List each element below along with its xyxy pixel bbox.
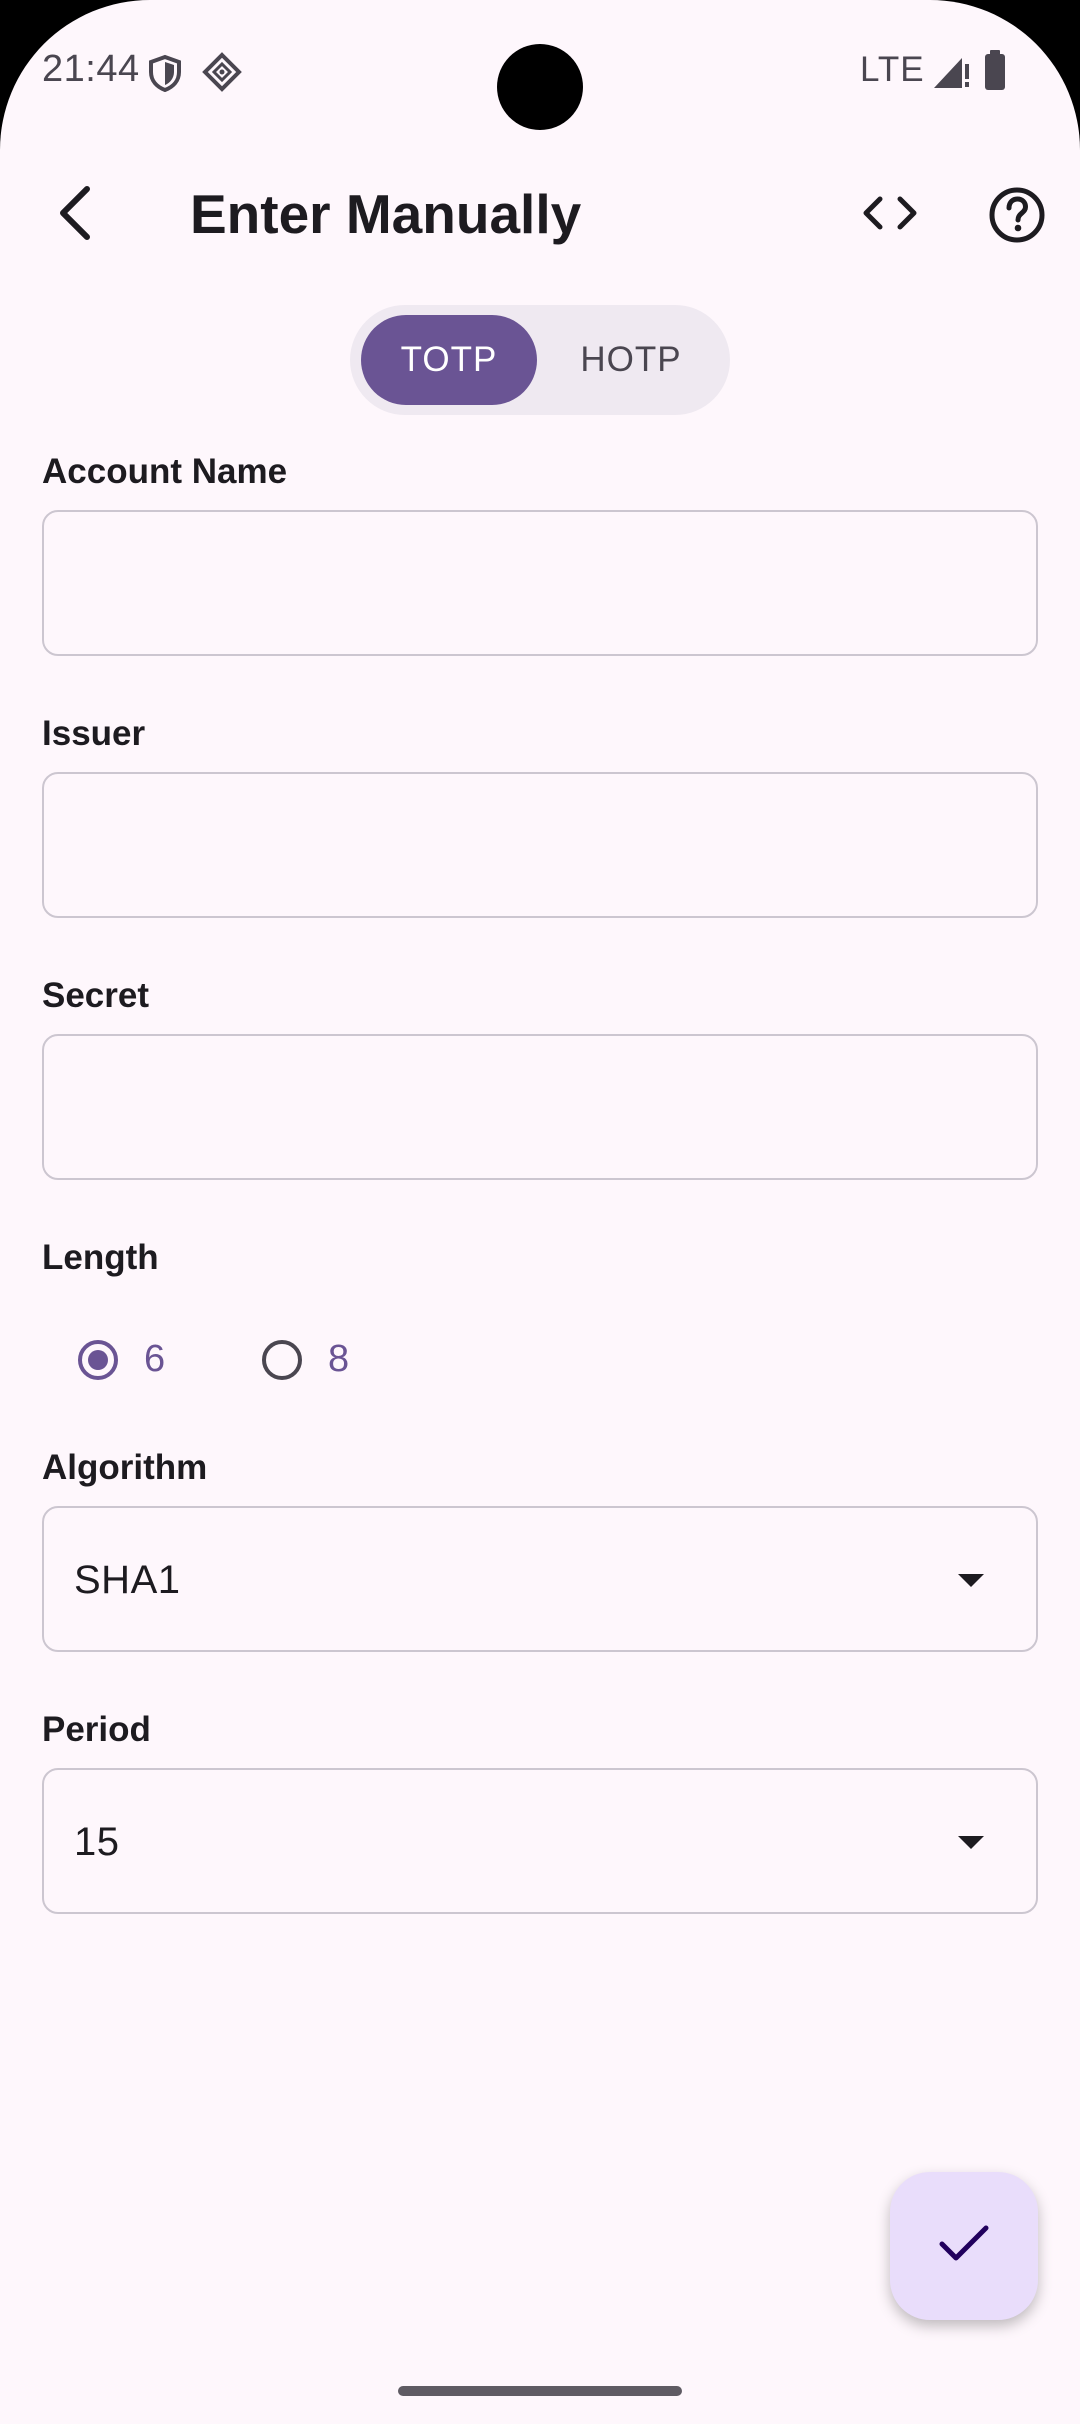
status-bar: 21:44 LTE [0,0,1080,140]
dropdown-arrow-icon [956,1832,986,1852]
status-time: 21:44 [42,48,140,90]
otp-type-toggle: TOTP HOTP [350,305,730,415]
check-icon [938,2224,990,2269]
algorithm-value: SHA1 [74,1558,181,1602]
hotp-option[interactable]: HOTP [543,315,719,405]
account-name-label: Account Name [42,452,288,491]
period-label: Period [42,1710,151,1749]
totp-option[interactable]: TOTP [361,315,537,405]
length-label: Length [42,1238,159,1277]
help-button[interactable] [980,180,1054,254]
back-arrow-icon [55,185,95,246]
page-title: Enter Manually [190,183,582,245]
radio-unselected-icon [262,1339,302,1380]
shield-icon [148,54,182,97]
camera-cutout [497,44,583,130]
algorithm-dropdown[interactable]: SHA1 [42,1506,1038,1652]
secret-field[interactable] [42,1034,1038,1180]
top-app-bar: Enter Manually [0,160,1080,270]
dropdown-arrow-icon [956,1570,986,1590]
length-option-6[interactable]: 6 [78,1338,165,1381]
radio-selected-icon [78,1339,118,1380]
length-option-8-label: 8 [328,1338,350,1380]
back-button[interactable] [40,180,110,250]
code-icon [862,195,918,236]
network-type: LTE [860,50,925,89]
battery-icon [984,50,1006,95]
length-option-6-label: 6 [144,1338,166,1380]
signal-icon [932,52,972,95]
account-name-field[interactable] [42,510,1038,656]
code-view-button[interactable] [855,180,925,250]
period-value: 15 [74,1820,120,1864]
length-option-8[interactable]: 8 [262,1338,349,1381]
vpn-diamond-icon [202,52,242,97]
issuer-label: Issuer [42,714,146,753]
save-fab[interactable] [890,2172,1038,2320]
account-name-input[interactable] [44,512,1036,654]
home-indicator[interactable] [398,2386,682,2396]
secret-input[interactable] [44,1036,1036,1178]
secret-label: Secret [42,976,150,1015]
help-icon [988,186,1046,249]
period-dropdown[interactable]: 15 [42,1768,1038,1914]
screen: 21:44 LTE Enter Manually TOTP HOTP Accou… [0,0,1080,2424]
algorithm-label: Algorithm [42,1448,208,1487]
issuer-input[interactable] [44,774,1036,916]
issuer-field[interactable] [42,772,1038,918]
